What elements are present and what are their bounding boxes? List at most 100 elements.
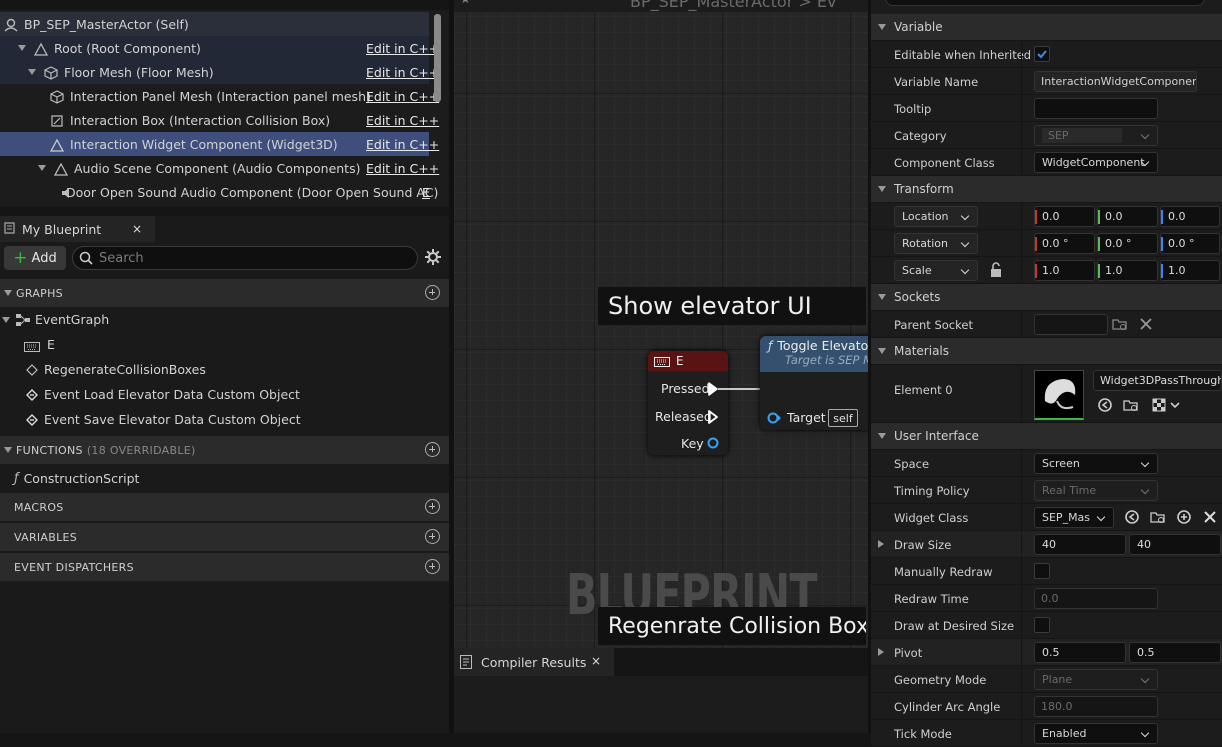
collapse-arrow-icon[interactable] bbox=[878, 24, 886, 30]
location-dropdown[interactable]: Location bbox=[894, 206, 978, 227]
component-class-dropdown[interactable]: WidgetComponent bbox=[1034, 152, 1158, 173]
edit-in-cpp-link[interactable]: Edit in C++ bbox=[366, 41, 439, 56]
widget-class-dropdown[interactable]: SEP_Mas bbox=[1034, 507, 1114, 528]
gear-icon[interactable] bbox=[424, 248, 442, 266]
graph-item-e[interactable]: E bbox=[0, 332, 55, 357]
add-circle-icon[interactable] bbox=[1176, 509, 1192, 525]
collapse-arrow-icon[interactable] bbox=[878, 433, 886, 439]
category-materials[interactable]: Materials bbox=[871, 338, 1222, 365]
pin-pressed[interactable]: Pressed bbox=[661, 381, 710, 396]
lock-icon[interactable] bbox=[988, 262, 1004, 278]
location-z[interactable]: 0.0 bbox=[1160, 206, 1220, 227]
geometry-mode-dropdown[interactable]: Plane bbox=[1034, 669, 1158, 690]
expand-arrow-icon[interactable] bbox=[38, 165, 46, 171]
graph-item-eventgraph[interactable]: EventGraph bbox=[0, 307, 109, 332]
comment-show-elevator-ui[interactable]: Show elevator UI bbox=[598, 287, 866, 325]
clear-icon[interactable] bbox=[1202, 509, 1218, 525]
category-sockets[interactable]: Sockets bbox=[871, 284, 1222, 311]
star-icon[interactable]: ★ bbox=[460, 0, 471, 6]
section-functions[interactable]: FUNCTIONS (18 OVERRIDABLE) bbox=[0, 436, 449, 464]
tree-item-audio-scene[interactable]: Audio Scene Component (Audio Components)… bbox=[0, 156, 429, 180]
details-search-input[interactable] bbox=[885, 0, 1205, 6]
rotation-y[interactable]: 0.0 ° bbox=[1097, 233, 1158, 254]
category-user-interface[interactable]: User Interface bbox=[871, 423, 1222, 450]
expand-arrow-icon[interactable] bbox=[2, 317, 10, 323]
scale-y[interactable]: 1.0 bbox=[1097, 260, 1158, 281]
tooltip-field[interactable] bbox=[1034, 98, 1158, 119]
add-button[interactable]: +Add bbox=[4, 246, 66, 270]
parent-socket-field[interactable] bbox=[1034, 314, 1108, 335]
collapse-arrow-icon[interactable] bbox=[878, 294, 886, 300]
tree-item-door-open-sound[interactable]: Door Open Sound Audio Component (Door Op… bbox=[0, 180, 432, 204]
material-name-field[interactable]: Widget3DPassThrough_T bbox=[1093, 370, 1222, 391]
edit-in-cpp-link[interactable]: E bbox=[422, 185, 430, 200]
section-graphs[interactable]: GRAPHS bbox=[0, 279, 449, 307]
tree-item-interaction-box[interactable]: Interaction Box (Interaction Collision B… bbox=[0, 108, 429, 132]
clear-icon[interactable] bbox=[1138, 316, 1154, 332]
section-variables[interactable]: VARIABLES bbox=[0, 523, 449, 551]
comment-regenerate-collision[interactable]: Regenrate Collision Box bbox=[598, 607, 866, 645]
pin-released[interactable]: Released bbox=[655, 409, 712, 424]
draw-size-y[interactable]: 40 bbox=[1129, 534, 1221, 555]
section-macros[interactable]: MACROS bbox=[0, 493, 449, 521]
tree-item-floor-mesh[interactable]: Floor Mesh (Floor Mesh) Edit in C++ bbox=[0, 60, 429, 84]
forward-arrow-icon[interactable]: → bbox=[556, 0, 566, 4]
pin-target[interactable]: Target bbox=[787, 410, 826, 425]
checkerboard-icon[interactable] bbox=[1151, 397, 1167, 413]
pivot-x[interactable]: 0.5 bbox=[1034, 642, 1126, 663]
tree-item-interaction-panel-mesh[interactable]: Interaction Panel Mesh (Interaction pane… bbox=[0, 84, 429, 108]
scale-dropdown[interactable]: Scale bbox=[894, 260, 978, 281]
draw-size-x[interactable]: 40 bbox=[1034, 534, 1126, 555]
editable-checkbox[interactable] bbox=[1034, 46, 1050, 62]
scale-z[interactable]: 1.0 bbox=[1160, 260, 1220, 281]
collapse-arrow-icon[interactable] bbox=[4, 290, 12, 296]
collapse-arrow-icon[interactable] bbox=[878, 186, 886, 192]
category-variable[interactable]: Variable bbox=[871, 14, 1222, 41]
collapse-arrow-icon[interactable] bbox=[878, 348, 886, 354]
pin-key[interactable]: Key bbox=[681, 436, 704, 451]
self-value-box[interactable]: self bbox=[828, 409, 858, 427]
collapse-arrow-icon[interactable] bbox=[4, 447, 12, 453]
rotation-z[interactable]: 0.0 ° bbox=[1160, 233, 1220, 254]
tree-item-root[interactable]: Root (Root Component) Edit in C++ bbox=[0, 36, 429, 60]
graph-item-event-load[interactable]: Event Load Elevator Data Custom Object bbox=[0, 382, 300, 407]
pivot-y[interactable]: 0.5 bbox=[1129, 642, 1221, 663]
redraw-time-field[interactable]: 0.0 bbox=[1034, 588, 1158, 609]
expand-arrow-icon[interactable] bbox=[878, 648, 884, 656]
rotation-dropdown[interactable]: Rotation bbox=[894, 233, 978, 254]
add-function-icon[interactable] bbox=[425, 442, 440, 457]
edit-in-cpp-link[interactable]: Edit in C++ bbox=[366, 137, 439, 152]
close-icon[interactable]: × bbox=[132, 222, 142, 236]
edit-in-cpp-link[interactable]: Edit in C++ bbox=[366, 65, 439, 80]
tree-scrollbar[interactable] bbox=[434, 14, 441, 102]
edit-in-cpp-link[interactable]: Edit in C++ bbox=[366, 89, 439, 104]
manually-redraw-checkbox[interactable] bbox=[1034, 563, 1050, 579]
edit-in-cpp-link[interactable]: Edit in C++ bbox=[366, 113, 439, 128]
function-item-constructionscript[interactable]: ƒ ConstructionScript bbox=[0, 466, 139, 491]
edit-in-cpp-link[interactable]: Edit in C++ bbox=[366, 161, 439, 176]
add-macro-icon[interactable] bbox=[425, 499, 440, 514]
close-icon[interactable]: × bbox=[591, 654, 601, 668]
expand-arrow-icon[interactable] bbox=[28, 69, 36, 75]
tree-item-interaction-widget[interactable]: Interaction Widget Component (Widget3D) … bbox=[0, 132, 429, 156]
use-selected-icon[interactable] bbox=[1097, 397, 1113, 413]
add-variable-icon[interactable] bbox=[425, 529, 440, 544]
category-dropdown[interactable]: SEP bbox=[1034, 125, 1158, 146]
space-dropdown[interactable]: Screen bbox=[1034, 453, 1158, 474]
chevron-down-icon[interactable] bbox=[1169, 399, 1185, 415]
scale-x[interactable]: 1.0 bbox=[1034, 260, 1095, 281]
graph-item-event-save[interactable]: Event Save Elevator Data Custom Object bbox=[0, 407, 301, 432]
add-dispatcher-icon[interactable] bbox=[425, 559, 440, 574]
rotation-x[interactable]: 0.0 ° bbox=[1034, 233, 1095, 254]
search-input[interactable]: Search bbox=[72, 246, 418, 270]
use-selected-icon[interactable] bbox=[1124, 509, 1140, 525]
graph-item-regenerate[interactable]: RegenerateCollisionBoxes bbox=[0, 357, 206, 382]
location-y[interactable]: 0.0 bbox=[1097, 206, 1158, 227]
splitter[interactable] bbox=[0, 207, 449, 216]
tab-compiler-results[interactable]: Compiler Results bbox=[454, 648, 614, 676]
draw-desired-size-checkbox[interactable] bbox=[1034, 617, 1050, 633]
location-x[interactable]: 0.0 bbox=[1034, 206, 1095, 227]
tick-mode-dropdown[interactable]: Enabled bbox=[1034, 723, 1158, 744]
category-transform[interactable]: Transform bbox=[871, 176, 1222, 203]
browse-socket-icon[interactable] bbox=[1112, 316, 1128, 332]
